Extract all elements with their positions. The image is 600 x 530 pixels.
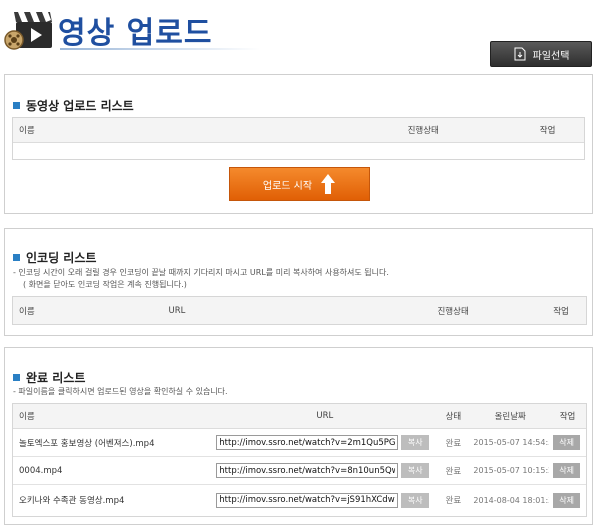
url-input[interactable] — [216, 492, 399, 508]
file-name-link[interactable]: 오키나와 수족관 동영상.mp4 — [13, 494, 214, 506]
status-cell: 완료 — [445, 496, 462, 506]
col-name: 이름 — [19, 126, 35, 136]
encoding-list-header: 이름 URL 진행상태 작업 — [13, 297, 586, 324]
complete-desc: - 파일이름을 클릭하시면 업로드된 영상을 확인하실 수 있습니다. — [13, 387, 228, 396]
page-title: 영상 업로드 — [58, 16, 213, 51]
url-cell: 복사 — [214, 492, 435, 508]
copy-button[interactable]: 복사 — [401, 492, 430, 508]
complete-list-table: 이름 URL 상태 올린날짜 작업 놀토엑스포 홍보영상 (어벤져스).mp4 … — [12, 403, 587, 517]
upload-list-header: 이름 진행상태 작업 — [13, 118, 584, 143]
col-progress: 진행상태 — [407, 126, 439, 136]
table-row: 오키나와 수족관 동영상.mp4 복사 완료 2014-08-04 18:01:… — [13, 485, 586, 515]
upload-list-table: 이름 진행상태 작업 — [12, 117, 585, 160]
complete-list-panel: 완료 리스트 - 파일이름을 클릭하시면 업로드된 영상을 확인하실 수 있습니… — [4, 347, 593, 525]
title-underline — [60, 48, 260, 50]
delete-button[interactable]: 삭제 — [553, 463, 581, 478]
url-input[interactable] — [216, 463, 399, 478]
section-bullet-icon — [13, 102, 20, 109]
url-input[interactable] — [216, 435, 399, 450]
table-row: 놀토엑스포 홍보영상 (어벤져스).mp4 복사 완료 2015-05-07 1… — [13, 429, 586, 457]
url-cell: 복사 — [214, 463, 435, 478]
complete-list-header: 이름 URL 상태 올린날짜 작업 — [13, 404, 586, 429]
file-name-link[interactable]: 0004.mp4 — [13, 466, 214, 476]
date-cell: 2015-05-07 10:15:22 — [473, 466, 549, 475]
delete-button[interactable]: 삭제 — [553, 435, 581, 450]
date-cell: 2015-05-07 14:54:53 — [473, 438, 549, 447]
col-name: 이름 — [19, 412, 35, 422]
encoding-list-title: 인코딩 리스트 — [13, 249, 96, 266]
film-clapper-icon — [4, 6, 56, 54]
action-cell: 삭제 — [549, 463, 586, 478]
date-cell: 2014-08-04 18:01:33 — [473, 495, 549, 505]
upload-list-panel: 동영상 업로드 리스트 이름 진행상태 작업 업로드 시작 — [4, 74, 593, 214]
complete-list-title: 완료 리스트 — [13, 369, 85, 386]
delete-button[interactable]: 삭제 — [553, 492, 581, 508]
file-select-label: 파일선택 — [532, 50, 570, 62]
col-url: URL — [316, 411, 334, 421]
copy-button[interactable]: 복사 — [401, 463, 430, 478]
complete-list-title-text: 완료 리스트 — [26, 371, 86, 385]
section-bullet-icon — [13, 254, 20, 261]
header: 영상 업로드 파일선택 — [0, 0, 600, 70]
upload-list-title: 동영상 업로드 리스트 — [13, 97, 134, 114]
encoding-list-panel: 인코딩 리스트 - 인코딩 시간이 오래 걸릴 경우 인코딩이 끝날 때까지 기… — [4, 228, 593, 336]
col-progress: 진행상태 — [437, 306, 469, 317]
action-cell: 삭제 — [549, 435, 586, 450]
encoding-desc-line1: - 인코딩 시간이 오래 걸릴 경우 인코딩이 끝날 때까지 기다리지 마시고 … — [13, 268, 389, 277]
upload-start-label: 업로드 시작 — [262, 180, 313, 192]
copy-button[interactable]: 복사 — [401, 435, 430, 450]
col-action: 작업 — [539, 126, 556, 136]
encoding-list-title-text: 인코딩 리스트 — [26, 251, 97, 265]
encoding-desc-line2: ( 화면을 닫아도 인코딩 작업은 계속 진행됩니다.) — [23, 280, 187, 289]
status-cell: 완료 — [445, 466, 462, 477]
col-name: 이름 — [19, 306, 35, 317]
col-action: 작업 — [559, 412, 576, 422]
file-download-icon — [514, 47, 526, 61]
encoding-list-table: 이름 URL 진행상태 작업 — [12, 296, 587, 325]
table-row: 0004.mp4 복사 완료 2015-05-07 10:15:22 삭제 — [13, 457, 586, 485]
col-status: 상태 — [445, 412, 462, 422]
col-date: 올린날짜 — [494, 412, 526, 422]
upload-start-button[interactable]: 업로드 시작 — [229, 167, 370, 201]
section-bullet-icon — [13, 374, 20, 381]
col-action: 작업 — [553, 306, 569, 317]
file-name-link[interactable]: 놀토엑스포 홍보영상 (어벤져스).mp4 — [13, 437, 214, 449]
action-cell: 삭제 — [549, 492, 586, 508]
status-cell: 완료 — [445, 438, 462, 449]
arrow-up-icon — [321, 174, 336, 194]
file-select-button[interactable]: 파일선택 — [490, 41, 592, 67]
upload-list-title-text: 동영상 업로드 리스트 — [26, 99, 134, 113]
col-url: URL — [168, 305, 186, 316]
url-cell: 복사 — [214, 435, 435, 450]
